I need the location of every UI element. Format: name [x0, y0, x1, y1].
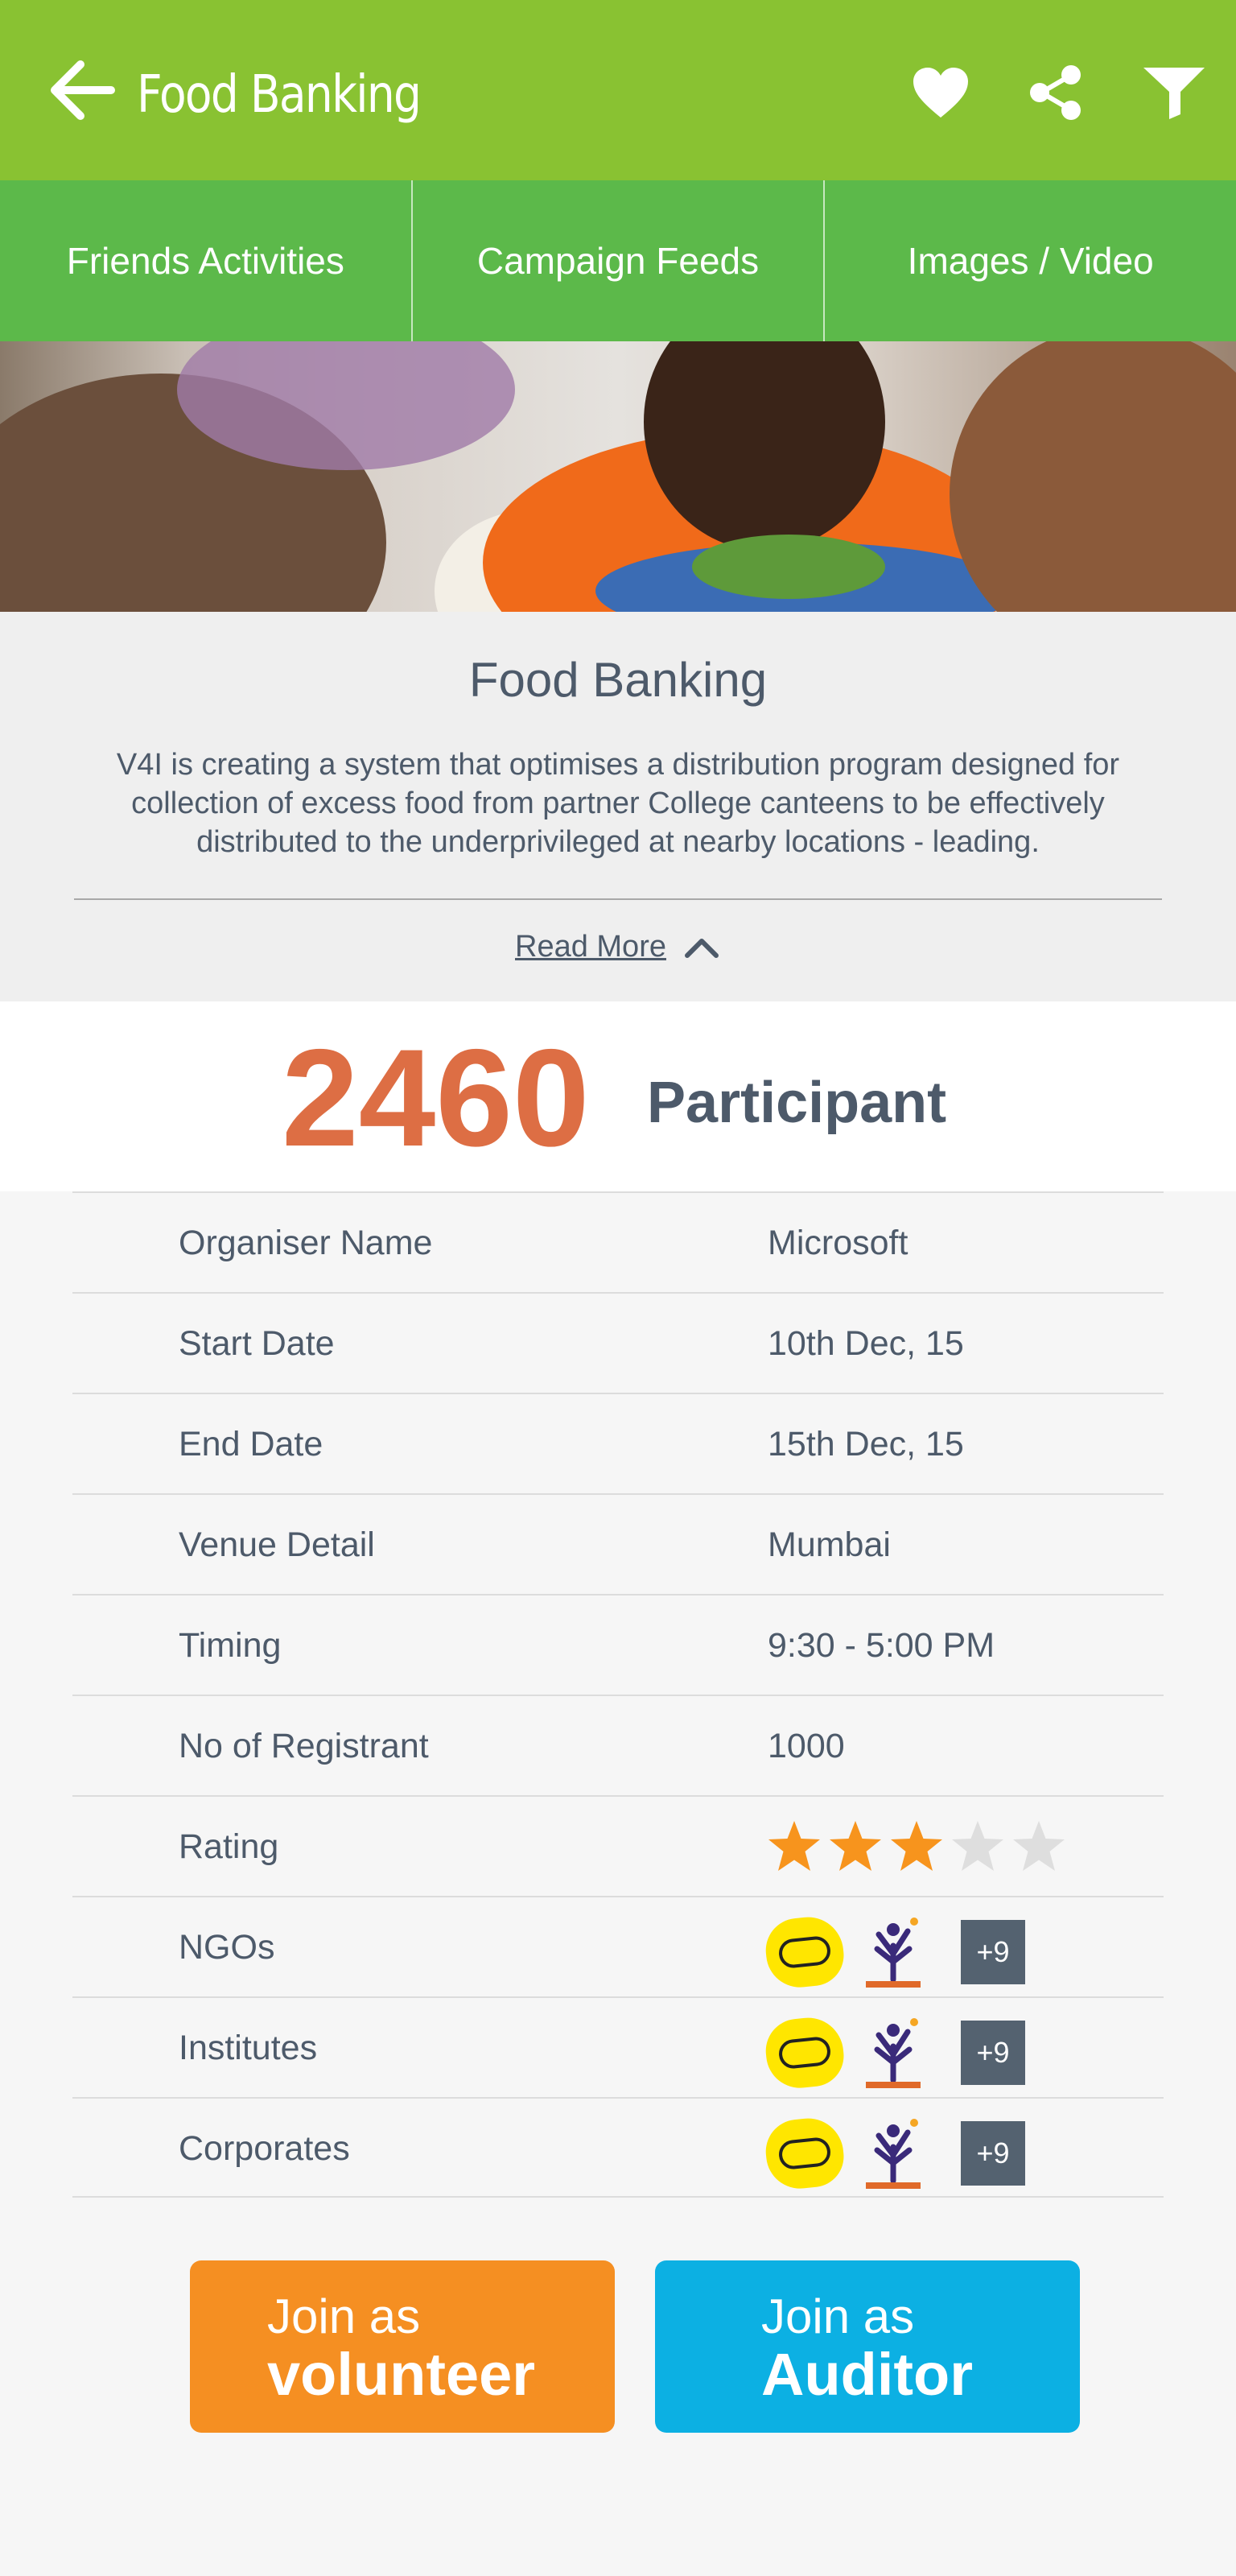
detail-value: Microsoft	[768, 1224, 908, 1262]
more-count-badge[interactable]: +9	[961, 1920, 1025, 1984]
detail-row-organiser: Organiser Name Microsoft	[72, 1191, 1164, 1292]
detail-row-corporates: Corporates +9	[72, 2097, 1164, 2198]
institute-logos: +9	[762, 2014, 1025, 2091]
detail-label: Timing	[179, 1626, 282, 1665]
partner-logo-yellow[interactable]	[762, 1913, 847, 1991]
join-auditor-button[interactable]: Join as Auditor	[655, 2260, 1080, 2433]
back-arrow-icon[interactable]	[48, 58, 116, 122]
tab-label: Campaign Feeds	[476, 240, 760, 282]
chevron-up-icon	[684, 939, 719, 958]
partner-logo-yellow[interactable]	[762, 2014, 847, 2091]
tab-friends-activities[interactable]: Friends Activities	[0, 180, 413, 341]
button-line1: Join as	[267, 2289, 421, 2343]
campaign-description-card: Food Banking V4I is creating a system th…	[0, 612, 1236, 1001]
aavahan-logo[interactable]	[861, 1913, 925, 1991]
detail-row-ngos: NGOs +9	[72, 1896, 1164, 1996]
page-title: Food Banking	[137, 65, 422, 125]
tab-campaign-feeds[interactable]: Campaign Feeds	[413, 180, 826, 341]
detail-row-venue: Venue Detail Mumbai	[72, 1493, 1164, 1594]
star-filled-icon	[768, 1821, 820, 1871]
detail-label: Corporates	[179, 2129, 350, 2168]
detail-label: NGOs	[179, 1928, 275, 1967]
aavahan-logo[interactable]	[861, 2115, 925, 2192]
more-count-badge[interactable]: +9	[961, 2021, 1025, 2085]
button-line2: volunteer	[267, 2341, 536, 2408]
divider	[74, 898, 1162, 900]
corporate-logos: +9	[762, 2115, 1025, 2192]
app-bar: Food Banking	[0, 0, 1236, 180]
ngo-logos: +9	[762, 1913, 1025, 1991]
read-more-link[interactable]: Read More	[515, 923, 719, 971]
detail-row-timing: Timing 9:30 - 5:00 PM	[72, 1594, 1164, 1695]
button-line2: Auditor	[761, 2341, 974, 2408]
more-count-badge[interactable]: +9	[961, 2121, 1025, 2186]
detail-label: Start Date	[179, 1324, 335, 1363]
share-icon[interactable]	[1019, 56, 1091, 129]
detail-label: End Date	[179, 1425, 323, 1463]
tab-label: Images / Video	[907, 240, 1154, 282]
tab-bar: Friends Activities Campaign Feeds Images…	[0, 180, 1236, 341]
rating-stars	[766, 1819, 1067, 1874]
detail-value: Mumbai	[768, 1525, 891, 1564]
detail-label: Rating	[179, 1827, 279, 1866]
join-volunteer-button[interactable]: Join as volunteer	[190, 2260, 615, 2433]
star-empty-icon	[952, 1821, 1003, 1871]
star-empty-icon	[1013, 1821, 1065, 1871]
detail-label: Venue Detail	[179, 1525, 375, 1564]
button-line1: Join as	[761, 2289, 915, 2343]
detail-row-institutes: Institutes +9	[72, 1996, 1164, 2097]
campaign-title: Food Banking	[468, 653, 768, 707]
star-filled-icon	[891, 1821, 942, 1871]
tab-label: Friends Activities	[66, 240, 344, 282]
filter-icon[interactable]	[1138, 56, 1210, 129]
participant-summary: 2460 Participant	[0, 1001, 1236, 1191]
star-filled-icon	[830, 1821, 881, 1871]
participant-count: 2460	[282, 1021, 590, 1175]
heart-icon[interactable]	[904, 56, 977, 129]
detail-value: 9:30 - 5:00 PM	[768, 1626, 995, 1665]
detail-value: 10th Dec, 15	[768, 1324, 964, 1363]
campaign-description: V4I is creating a system that optimises …	[116, 748, 1120, 859]
detail-value: 15th Dec, 15	[768, 1425, 964, 1463]
detail-row-end-date: End Date 15th Dec, 15	[72, 1393, 1164, 1493]
detail-row-registrants: No of Registrant 1000	[72, 1695, 1164, 1795]
detail-row-start-date: Start Date 10th Dec, 15	[72, 1292, 1164, 1393]
read-more-label: Read More	[515, 929, 666, 964]
campaign-hero-image	[0, 341, 1236, 612]
campaign-details-table: Organiser Name Microsoft Start Date 10th…	[72, 1191, 1164, 2198]
detail-label: No of Registrant	[179, 1727, 429, 1765]
detail-row-rating: Rating	[72, 1795, 1164, 1896]
detail-label: Organiser Name	[179, 1224, 433, 1262]
detail-label: Institutes	[179, 2029, 318, 2067]
tab-images-video[interactable]: Images / Video	[825, 180, 1236, 341]
participant-label: Participant	[647, 1071, 947, 1135]
detail-value: 1000	[768, 1727, 845, 1765]
partner-logo-yellow[interactable]	[762, 2115, 847, 2192]
aavahan-logo[interactable]	[861, 2014, 925, 2091]
